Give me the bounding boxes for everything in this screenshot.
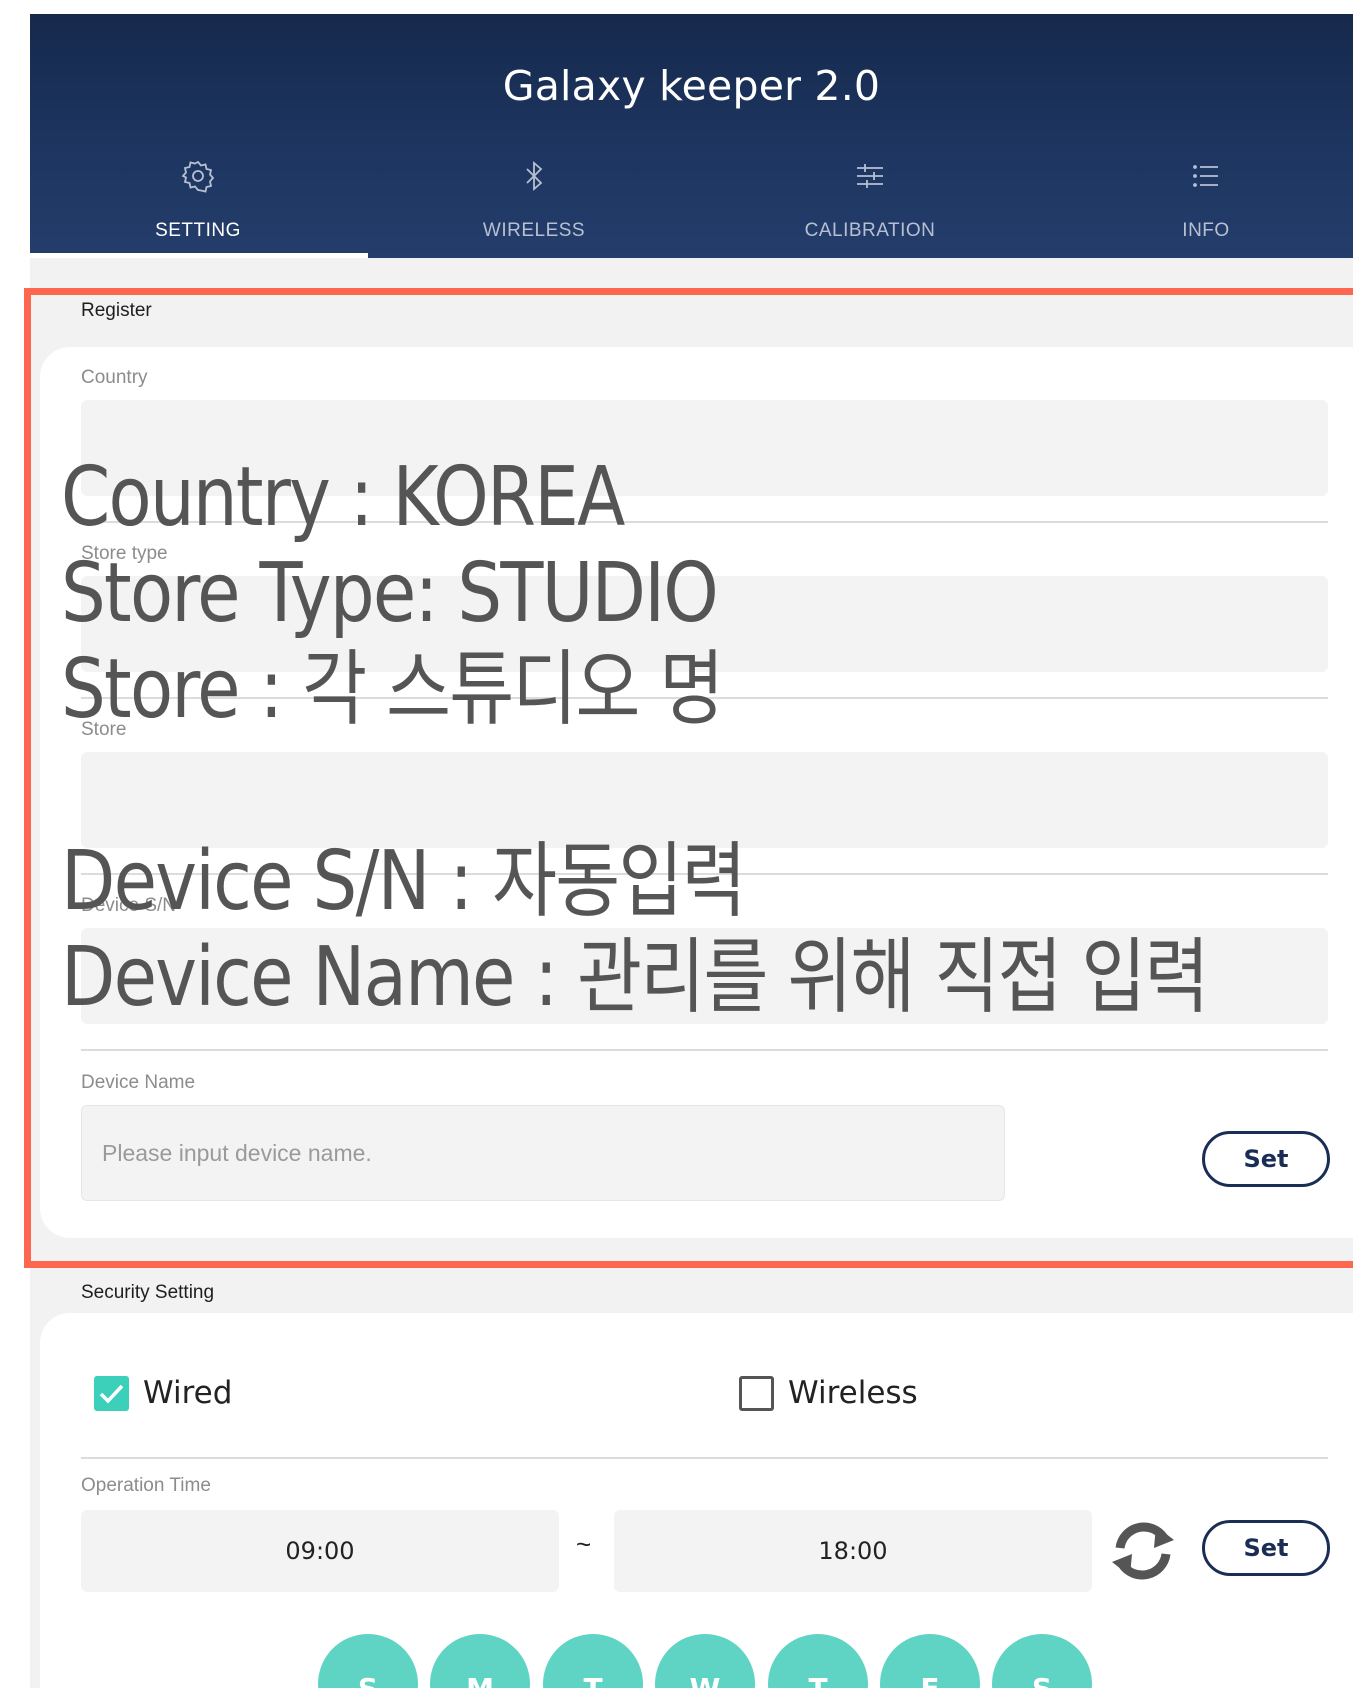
wired-checkbox[interactable] bbox=[94, 1375, 129, 1411]
tab-setting-label: SETTING bbox=[155, 220, 241, 241]
wired-label: Wired bbox=[143, 1375, 233, 1411]
divider bbox=[81, 1457, 1328, 1459]
start-time-field[interactable]: 09:00 bbox=[81, 1510, 559, 1592]
tab-setting[interactable]: SETTING bbox=[30, 146, 366, 258]
annotation-line: Store : 각 스튜디오 명 bbox=[61, 642, 724, 737]
tab-wireless[interactable]: WIRELESS bbox=[366, 146, 702, 258]
app-title: Galaxy keeper 2.0 bbox=[502, 62, 881, 110]
refresh-icon[interactable] bbox=[1108, 1516, 1178, 1586]
tab-info-label: INFO bbox=[1182, 220, 1230, 241]
app-header: Galaxy keeper 2.0 SETTING WIRELESS CALIB… bbox=[30, 14, 1353, 258]
annotation-line: Device S/N : 자동입력 bbox=[61, 834, 746, 929]
operation-time-label: Operation Time bbox=[81, 1475, 211, 1496]
tab-wireless-label: WIRELESS bbox=[482, 220, 586, 241]
annotation-line: Country : KOREA bbox=[61, 450, 625, 545]
active-tab-indicator bbox=[30, 253, 368, 258]
security-section-title: Security Setting bbox=[81, 1282, 215, 1303]
tab-info[interactable]: INFO bbox=[1038, 146, 1353, 258]
list-icon bbox=[1193, 165, 1218, 187]
wireless-label: Wireless bbox=[788, 1375, 918, 1411]
operation-time-set-button[interactable]: Set bbox=[1202, 1520, 1330, 1576]
bluetooth-icon bbox=[526, 161, 543, 191]
wireless-checkbox-row[interactable]: Wireless bbox=[739, 1368, 918, 1418]
time-separator: ~ bbox=[576, 1529, 592, 1559]
annotation-line: Device Name : 관리를 위해 직접 입력 bbox=[61, 930, 1209, 1025]
check-icon bbox=[99, 1384, 124, 1404]
gear-icon bbox=[181, 160, 215, 193]
tab-calibration-label: CALIBRATION bbox=[804, 220, 936, 241]
annotation-line: Store Type: STUDIO bbox=[61, 546, 719, 641]
security-card bbox=[40, 1313, 1353, 1688]
annotation-line bbox=[61, 738, 1208, 834]
annotation-text: Country : KOREA Store Type: STUDIO Store… bbox=[61, 450, 1209, 1026]
tab-calibration[interactable]: CALIBRATION bbox=[702, 146, 1038, 258]
wired-checkbox-row[interactable]: Wired bbox=[94, 1368, 232, 1418]
wireless-checkbox[interactable] bbox=[739, 1375, 774, 1411]
end-time-field[interactable]: 18:00 bbox=[614, 1510, 1092, 1592]
sliders-icon bbox=[857, 164, 883, 188]
